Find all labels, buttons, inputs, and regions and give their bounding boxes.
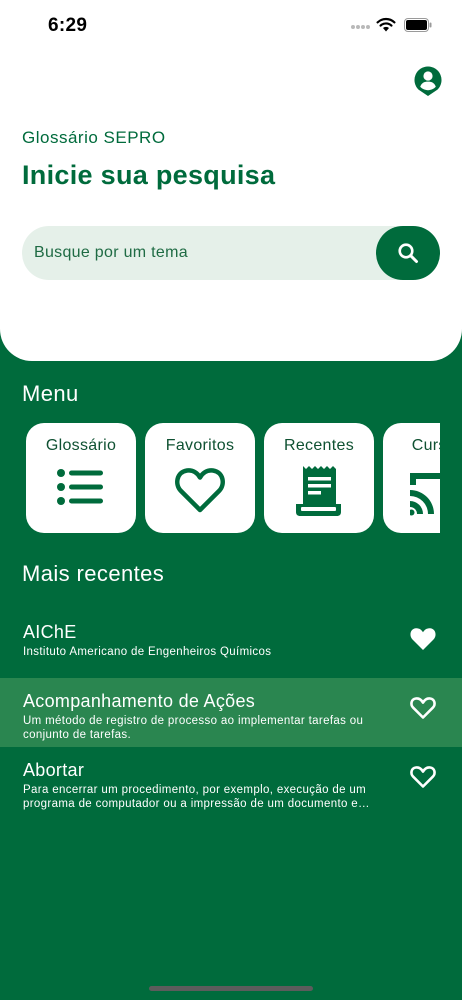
- page-title: Inicie sua pesquisa: [22, 160, 276, 190]
- menu-carousel[interactable]: Glossário Favoritos Recentes Cursos: [26, 423, 440, 533]
- heart-outline-icon: [175, 468, 225, 513]
- status-time: 6:29: [48, 15, 88, 36]
- recent-list-item[interactable]: AIChE Instituto Americano de Engenheiros…: [0, 609, 462, 678]
- recent-list-item[interactable]: Acompanhamento de Ações Um método de reg…: [0, 678, 462, 747]
- search-bar: [22, 226, 440, 280]
- menu-card-label: Favoritos: [165, 437, 235, 454]
- menu-card-glossario[interactable]: Glossário: [26, 423, 136, 533]
- menu-card-cursos[interactable]: Cursos: [383, 423, 440, 533]
- recent-list-item[interactable]: Abortar Para encerrar um procedimento, p…: [0, 747, 462, 816]
- menu-card-label: Glossário: [45, 437, 117, 454]
- heart-outline-icon[interactable]: [408, 693, 438, 721]
- cast-icon: [410, 473, 440, 516]
- status-bar: 6:29: [0, 0, 462, 52]
- menu-card-label: Cursos: [411, 437, 440, 454]
- recent-item-description: Para encerrar um procedimento, por exemp…: [23, 784, 370, 810]
- recent-item-title: Abortar: [23, 760, 85, 780]
- battery-icon: [404, 18, 432, 32]
- recent-section-title: Mais recentes: [22, 561, 165, 586]
- search-input[interactable]: [34, 226, 374, 280]
- list-icon: [57, 469, 103, 505]
- menu-section-title: Menu: [22, 381, 79, 406]
- recent-item-description: Instituto Americano de Engenheiros Quími…: [23, 646, 272, 658]
- profile-icon[interactable]: [413, 65, 443, 97]
- recent-item-title: Acompanhamento de Ações: [23, 691, 256, 711]
- menu-card-recentes[interactable]: Recentes: [264, 423, 374, 533]
- receipt-icon: [296, 466, 341, 516]
- recent-item-description: Um método de registro de processo ao imp…: [23, 715, 364, 741]
- cellular-signal-icon: [351, 25, 371, 31]
- heart-outline-icon[interactable]: [408, 762, 438, 790]
- search-button[interactable]: [376, 226, 440, 280]
- search-icon: [398, 243, 418, 263]
- menu-card-favoritos[interactable]: Favoritos: [145, 423, 255, 533]
- heart-filled-icon[interactable]: [408, 624, 438, 652]
- home-indicator[interactable]: [149, 986, 313, 991]
- header-panel: 6:29 Glossário SEPRO Inicie sua pesquisa: [0, 0, 462, 361]
- menu-card-label: Recentes: [284, 437, 354, 454]
- app-name: Glossário SEPRO: [22, 128, 166, 147]
- recent-item-title: AIChE: [23, 622, 77, 642]
- wifi-icon: [376, 17, 396, 32]
- recent-list: AIChE Instituto Americano de Engenheiros…: [0, 609, 462, 816]
